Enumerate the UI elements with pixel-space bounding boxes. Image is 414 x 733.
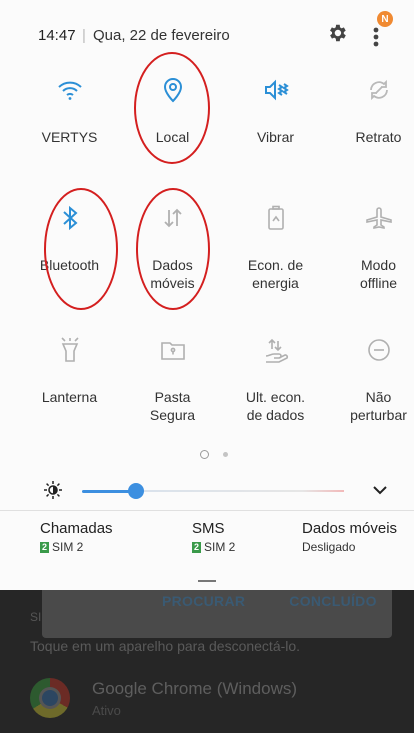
device-name: Google Chrome (Windows) bbox=[92, 678, 298, 698]
rotation-icon bbox=[327, 68, 414, 112]
tile-label: Retrato bbox=[355, 129, 402, 145]
flashlight-icon bbox=[18, 328, 121, 372]
chevron-down-icon[interactable] bbox=[372, 484, 388, 496]
page-dot[interactable] bbox=[223, 452, 228, 457]
do-not-disturb-icon bbox=[327, 328, 414, 372]
tile-label: Lanterna bbox=[41, 389, 98, 405]
drag-handle[interactable] bbox=[198, 580, 216, 582]
device-status: Ativo bbox=[92, 702, 121, 718]
tile-label: Modo offline bbox=[359, 257, 398, 291]
vibrate-icon bbox=[224, 68, 327, 112]
background-hint: Toque em um aparelho para desconectá-lo. bbox=[30, 638, 301, 654]
background-device-row[interactable]: Google Chrome (Windows) Ativo bbox=[30, 678, 297, 718]
chrome-icon bbox=[30, 678, 70, 718]
tile-vibrate[interactable]: Vibrar bbox=[224, 68, 327, 145]
sim-sms-title: SMS bbox=[192, 520, 225, 537]
tile-label: Não perturbar bbox=[350, 389, 407, 423]
airplane-icon bbox=[327, 196, 414, 240]
brightness-thumb[interactable] bbox=[128, 483, 144, 499]
tile-power-saving[interactable]: Econ. de energia bbox=[224, 196, 327, 291]
tile-bluetooth[interactable]: Bluetooth bbox=[18, 196, 121, 273]
date: Qua, 22 de fevereiro bbox=[93, 27, 230, 44]
notification-badge: N bbox=[377, 11, 393, 27]
tile-dnd[interactable]: Não perturbar bbox=[327, 328, 414, 423]
tile-airplane[interactable]: Modo offline bbox=[327, 196, 414, 291]
tile-label: Dados móveis bbox=[150, 257, 195, 291]
sim-sms[interactable]: SMS 2 SIM 2 bbox=[192, 520, 235, 554]
sim-mobile-data[interactable]: Dados móveis Desligado bbox=[302, 520, 397, 554]
clock: 14:47 bbox=[38, 27, 76, 44]
secure-folder-icon bbox=[121, 328, 224, 372]
sim-card-icon: 2 bbox=[192, 541, 201, 553]
tile-label: Pasta Segura bbox=[149, 389, 196, 423]
tile-label: Econ. de energia bbox=[247, 257, 304, 291]
tile-location[interactable]: Local bbox=[121, 68, 224, 145]
page-indicator bbox=[200, 450, 228, 459]
tile-label: VERTYS bbox=[41, 129, 98, 145]
tile-rotate[interactable]: Retrato bbox=[327, 68, 414, 145]
brightness-track[interactable] bbox=[136, 490, 344, 492]
search-button[interactable]: PROCURAR bbox=[162, 593, 245, 609]
sim-info-row: Chamadas 2 SIM 2 SMS 2 SIM 2 Dados móvei… bbox=[0, 520, 414, 570]
tile-label: Bluetooth bbox=[39, 257, 100, 273]
data-arrows-icon bbox=[121, 196, 224, 240]
background-section-label: SI bbox=[30, 610, 42, 624]
sim-calls-title: Chamadas bbox=[40, 520, 113, 537]
tile-secure-folder[interactable]: Pasta Segura bbox=[121, 328, 224, 423]
separator: | bbox=[82, 27, 86, 44]
tile-label: Ult. econ. de dados bbox=[245, 389, 306, 423]
quick-settings-panel: 14:47 | Qua, 22 de fevereiro N VERTYS Lo… bbox=[0, 0, 414, 590]
location-pin-icon bbox=[121, 68, 224, 112]
tile-label: Vibrar bbox=[256, 129, 295, 145]
sim-data-title: Dados móveis bbox=[302, 520, 398, 537]
tile-flashlight[interactable]: Lanterna bbox=[18, 328, 121, 405]
done-button[interactable]: CONCLUÍDO bbox=[289, 593, 376, 609]
wifi-icon bbox=[18, 68, 121, 112]
sim-sms-value: SIM 2 bbox=[204, 540, 236, 554]
divider bbox=[0, 510, 414, 511]
data-saver-icon bbox=[224, 328, 327, 372]
status-row: 14:47 | Qua, 22 de fevereiro N bbox=[0, 0, 414, 66]
battery-saver-icon bbox=[224, 196, 327, 240]
tile-label: Local bbox=[155, 129, 190, 145]
page-dot-active[interactable] bbox=[200, 450, 209, 459]
brightness-slider[interactable] bbox=[0, 476, 414, 506]
sim-data-value: Desligado bbox=[302, 540, 356, 554]
sim-calls-value: SIM 2 bbox=[52, 540, 84, 554]
sim-card-icon: 2 bbox=[40, 541, 49, 553]
tile-mobile-data[interactable]: Dados móveis bbox=[121, 196, 224, 291]
bluetooth-icon bbox=[18, 196, 121, 240]
tile-data-saver[interactable]: Ult. econ. de dados bbox=[224, 328, 327, 423]
brightness-icon bbox=[44, 481, 62, 499]
sim-calls[interactable]: Chamadas 2 SIM 2 bbox=[40, 520, 113, 554]
tile-wifi[interactable]: VERTYS bbox=[18, 68, 121, 145]
gear-icon[interactable] bbox=[326, 22, 348, 44]
